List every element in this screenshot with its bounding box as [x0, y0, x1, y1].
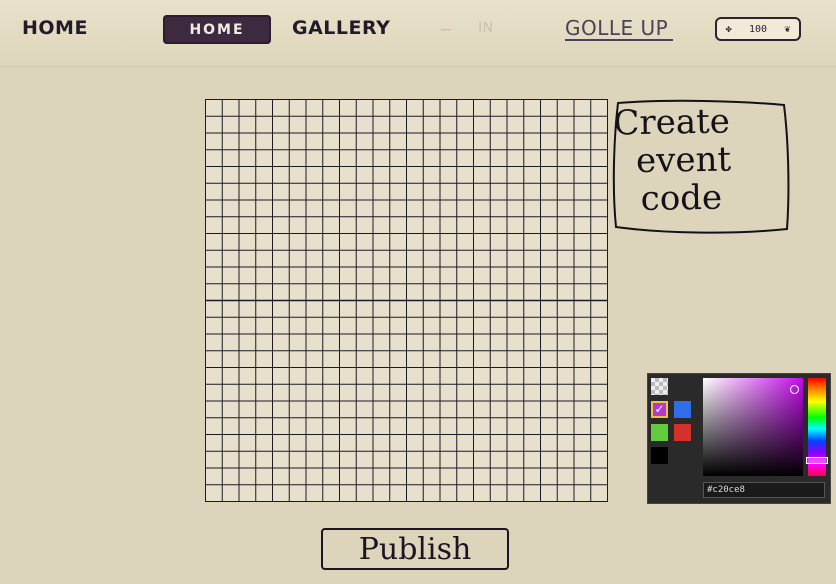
- publish-button[interactable]: Publish: [321, 528, 509, 570]
- color-picker: ✓: [647, 373, 831, 504]
- note-line: event: [635, 139, 732, 182]
- note-line: Create: [613, 101, 731, 144]
- pixel-grid[interactable]: [205, 99, 608, 502]
- nav-home-active-button[interactable]: HOME: [163, 15, 271, 44]
- nav-home-link[interactable]: HOME: [22, 17, 88, 39]
- coin-icon: ✤: [725, 23, 732, 35]
- balance-amount: 100: [748, 23, 768, 35]
- nav-golle-up-link[interactable]: GOLLE UP: [565, 16, 668, 40]
- top-nav-bar: HOME HOME GALLERY — IN GOLLE UP ✤ 100 ❦: [0, 0, 836, 67]
- blue-swatch[interactable]: [674, 401, 691, 418]
- hex-color-input[interactable]: [703, 482, 825, 498]
- pixel-canvas[interactable]: [205, 99, 608, 502]
- hue-slider-handle[interactable]: [806, 457, 828, 464]
- nav-gallery-link[interactable]: GALLERY: [292, 17, 390, 39]
- nav-golle-underline: [565, 39, 673, 41]
- note-text: Create event code: [609, 95, 791, 220]
- nav-faded-item[interactable]: —: [440, 22, 453, 36]
- nav-login-link[interactable]: IN: [478, 20, 494, 36]
- black-swatch[interactable]: [651, 447, 668, 464]
- saturation-value-area[interactable]: [703, 378, 803, 476]
- purple-swatch[interactable]: ✓: [651, 401, 668, 418]
- green-swatch[interactable]: [651, 424, 668, 441]
- check-icon: ✓: [654, 402, 665, 416]
- hue-slider[interactable]: [806, 378, 828, 476]
- balance-badge[interactable]: ✤ 100 ❦: [715, 17, 801, 41]
- heart-icon: ❦: [784, 23, 791, 35]
- transparent-swatch[interactable]: [651, 378, 668, 395]
- red-swatch[interactable]: [674, 424, 691, 441]
- sv-cursor-handle[interactable]: [790, 385, 799, 394]
- handwritten-note: Create event code: [610, 97, 790, 237]
- note-line: code: [640, 177, 723, 220]
